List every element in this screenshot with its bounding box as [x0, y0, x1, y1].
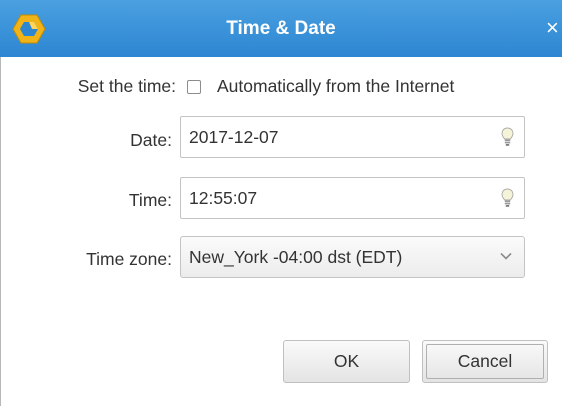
time-value[interactable]: 12:55:07 — [189, 178, 257, 218]
time-field[interactable]: 12:55:07 — [180, 177, 525, 219]
title-bar: Time & Date × — [0, 0, 562, 57]
window-border — [0, 57, 1, 406]
ok-button[interactable]: OK — [283, 340, 410, 383]
date-value[interactable]: 2017-12-07 — [189, 117, 279, 157]
close-button[interactable]: × — [546, 17, 562, 39]
date-field[interactable]: 2017-12-07 — [180, 116, 525, 158]
lightbulb-icon[interactable] — [501, 127, 514, 147]
timezone-value: New_York -04:00 dst (EDT) — [189, 247, 403, 267]
date-label: Date: — [130, 130, 172, 150]
auto-time-checkbox-label[interactable]: Automatically from the Internet — [217, 76, 454, 97]
chevron-down-icon — [500, 252, 512, 260]
window-title: Time & Date — [226, 18, 336, 39]
cancel-button[interactable]: Cancel — [422, 340, 548, 383]
timezone-select[interactable]: New_York -04:00 dst (EDT) — [180, 236, 525, 278]
time-label: Time: — [128, 190, 172, 210]
lightbulb-icon[interactable] — [501, 188, 514, 208]
timezone-label: Time zone: — [86, 249, 172, 269]
auto-time-checkbox[interactable] — [187, 80, 201, 94]
set-time-label: Set the time: — [77, 76, 176, 96]
